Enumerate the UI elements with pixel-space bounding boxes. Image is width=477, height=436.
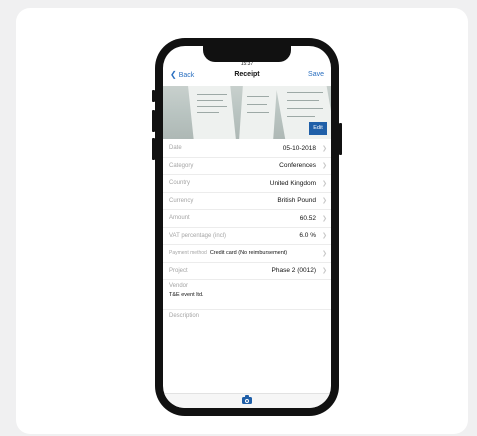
camera-icon[interactable] xyxy=(242,395,252,404)
field-row-category[interactable]: Category Conferences ❯ xyxy=(163,158,331,175)
notch xyxy=(203,46,291,62)
chevron-right-icon: ❯ xyxy=(321,198,327,205)
chevron-right-icon: ❯ xyxy=(321,180,327,187)
field-value: United Kingdom xyxy=(269,179,316,187)
chevron-right-icon: ❯ xyxy=(321,215,327,222)
field-label: Amount xyxy=(169,215,190,222)
field-value: 60.52 xyxy=(299,214,316,222)
field-row-amount[interactable]: Amount 60.52 ❯ xyxy=(163,210,331,228)
page-title: Receipt xyxy=(234,71,260,78)
field-value: 05-10-2018 xyxy=(282,144,316,152)
receipt-photo[interactable] xyxy=(163,86,331,139)
field-row-vat[interactable]: VAT percentage (incl) 6.0 % ❯ xyxy=(163,228,331,245)
chevron-right-icon: ❯ xyxy=(321,145,327,152)
description-label: Description xyxy=(169,313,200,319)
field-label: Payment method xyxy=(169,250,207,257)
field-value: Conferences xyxy=(279,162,316,170)
receipt-text-line xyxy=(287,108,323,109)
vendor-field[interactable]: Vendor T&E event ltd. xyxy=(163,280,331,310)
field-label: Date xyxy=(169,145,182,152)
field-value: Phase 2 (0012) xyxy=(271,267,316,275)
field-label: VAT percentage (incl) xyxy=(169,232,227,239)
receipt-text-line xyxy=(247,104,267,105)
field-row-date[interactable]: Date 05-10-2018 ❯ xyxy=(163,140,331,158)
chevron-right-icon: ❯ xyxy=(321,233,327,240)
field-value: 6.0 % xyxy=(299,232,316,240)
receipt-fields-list: Date 05-10-2018 ❯ Category Conferences ❯… xyxy=(163,140,331,370)
field-label: Category xyxy=(169,162,194,169)
receipt-text-line xyxy=(287,92,323,93)
phone-frame: 15:37 ❮ Back Receipt Save Edit Date 05-1… xyxy=(152,38,342,416)
bottom-toolbar xyxy=(163,393,331,408)
volume-down-button xyxy=(152,138,155,160)
field-label: Currency xyxy=(169,197,194,204)
receipt-text-line xyxy=(197,106,227,107)
navigation-bar: ❮ Back Receipt Save xyxy=(163,71,331,84)
field-row-payment-method[interactable]: Payment method Credit card (No reimburse… xyxy=(163,245,331,263)
vendor-value: T&E event ltd. xyxy=(169,292,204,298)
receipt-text-line xyxy=(287,100,319,101)
mute-switch xyxy=(152,90,155,102)
phone-screen: 15:37 ❮ Back Receipt Save Edit Date 05-1… xyxy=(163,46,331,408)
edit-photo-button[interactable]: Edit xyxy=(309,122,327,135)
receipt-text-line xyxy=(197,94,227,95)
field-label: Country xyxy=(169,180,191,187)
field-row-project[interactable]: Project Phase 2 (0012) ❯ xyxy=(163,263,331,280)
receipt-text-line xyxy=(247,112,269,113)
chevron-right-icon: ❯ xyxy=(321,250,327,257)
save-button[interactable]: Save xyxy=(308,71,324,78)
receipt-text-line xyxy=(247,96,269,97)
field-value: British Pound xyxy=(277,197,316,205)
field-value: Credit card (No reimbursement) xyxy=(209,250,288,257)
chevron-right-icon: ❯ xyxy=(321,163,327,170)
description-field[interactable]: Description xyxy=(163,310,331,370)
field-label: Project xyxy=(169,267,188,274)
volume-up-button xyxy=(152,110,155,132)
receipt-text-line xyxy=(287,116,315,117)
receipt-text-line xyxy=(197,112,219,113)
chevron-right-icon: ❯ xyxy=(321,268,327,275)
power-button xyxy=(339,123,342,155)
receipt-text-line xyxy=(197,100,223,101)
field-row-currency[interactable]: Currency British Pound ❯ xyxy=(163,193,331,210)
field-row-country[interactable]: Country United Kingdom ❯ xyxy=(163,175,331,193)
vendor-label: Vendor xyxy=(169,283,189,289)
